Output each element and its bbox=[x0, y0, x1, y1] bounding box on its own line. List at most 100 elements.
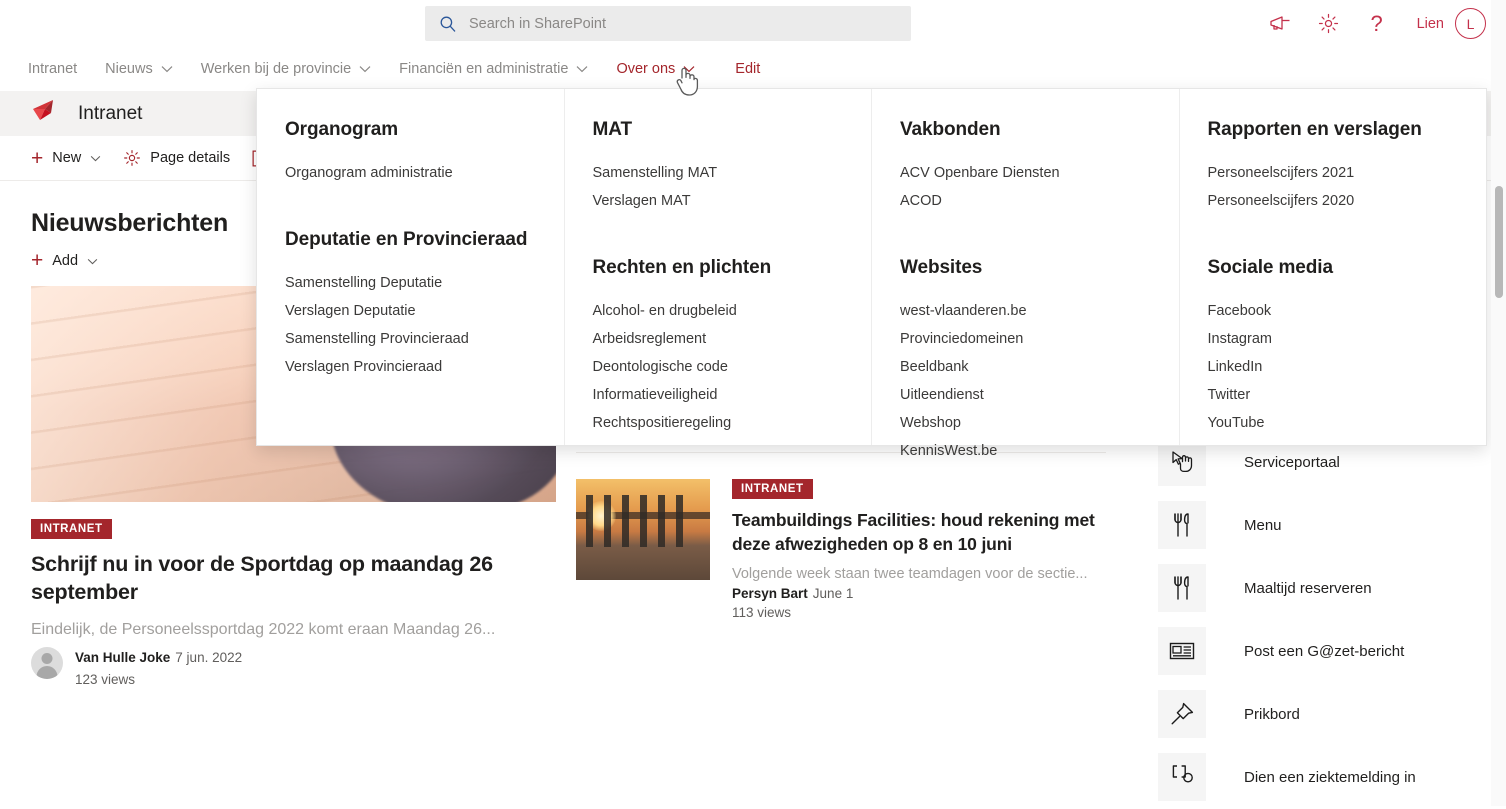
mega-menu-group: MAT Samenstelling MAT Verslagen MAT bbox=[593, 119, 872, 215]
quick-link-label: Serviceportaal bbox=[1244, 453, 1340, 471]
scrollbar-thumb[interactable] bbox=[1495, 186, 1503, 298]
new-button[interactable]: + New bbox=[31, 139, 101, 177]
quick-link-label: Post een G@zet-bericht bbox=[1244, 642, 1405, 660]
pushpin-icon bbox=[1158, 690, 1206, 738]
nav-item-over-ons[interactable]: Over ons bbox=[602, 47, 709, 91]
suite-bar: Search in SharePoint ? Lien L bbox=[0, 0, 1506, 47]
mega-menu-link[interactable]: Rechtspositieregeling bbox=[593, 409, 872, 437]
nav-item-financien-en-administratie[interactable]: Financiën en administratie bbox=[385, 47, 602, 91]
over-ons-mega-dropdown: Organogram Organogram administratie Depu… bbox=[256, 88, 1487, 459]
mega-menu-link[interactable]: Informatieveiligheid bbox=[593, 381, 872, 409]
news-headline: Teambuildings Facilities: houd rekening … bbox=[732, 510, 1095, 554]
mega-menu-link[interactable]: Uitleendienst bbox=[900, 381, 1179, 409]
mega-menu-link[interactable]: Verslagen Provincieraad bbox=[285, 353, 564, 381]
mega-menu-link[interactable]: Organogram administratie bbox=[285, 159, 564, 187]
mega-menu-link[interactable]: Personeelscijfers 2020 bbox=[1208, 187, 1487, 215]
nav-item-label: Nieuws bbox=[105, 61, 153, 77]
mega-menu-group: Organogram Organogram administratie bbox=[285, 119, 564, 187]
mega-menu-link[interactable]: Beeldbank bbox=[900, 353, 1179, 381]
mega-menu-group: Rechten en plichten Alcohol- en drugbele… bbox=[593, 257, 872, 437]
cutlery-icon bbox=[1158, 564, 1206, 612]
edit-label: Edit bbox=[735, 61, 761, 77]
news-thumbnail bbox=[576, 479, 710, 581]
search-icon bbox=[439, 15, 457, 33]
mega-menu-link[interactable]: Samenstelling Deputatie bbox=[285, 269, 564, 297]
mega-menu-link[interactable]: Verslagen Deputatie bbox=[285, 297, 564, 325]
mega-menu-link[interactable]: ACV Openbare Diensten bbox=[900, 159, 1179, 187]
mega-menu-group: Vakbonden ACV Openbare Diensten ACOD bbox=[900, 119, 1179, 215]
nav-item-label: Werken bij de provincie bbox=[200, 61, 352, 77]
question-icon[interactable]: ? bbox=[1353, 0, 1401, 47]
mega-menu-heading: Rechten en plichten bbox=[592, 257, 772, 278]
mega-menu-link[interactable]: Arbeidsreglement bbox=[593, 325, 872, 353]
mega-menu-link[interactable]: YouTube bbox=[1208, 409, 1487, 437]
nav-item-nieuws[interactable]: Nieuws bbox=[91, 47, 187, 91]
mega-menu-link[interactable]: Instagram bbox=[1208, 325, 1487, 353]
suite-right-actions: ? Lien L bbox=[1257, 0, 1492, 47]
mega-menu-link[interactable]: ACOD bbox=[900, 187, 1179, 215]
top-navigation: Intranet Nieuws Werken bij de provincie … bbox=[0, 47, 1506, 91]
thermometer-icon bbox=[1158, 753, 1206, 801]
mega-menu-heading: Websites bbox=[900, 257, 983, 278]
hero-news-description: Eindelijk, de Personeelssportdag 2022 ko… bbox=[31, 620, 496, 638]
chevron-down-icon bbox=[359, 65, 371, 73]
site-title: Intranet bbox=[78, 102, 143, 124]
megaphone-icon[interactable] bbox=[1257, 0, 1305, 47]
quick-link-prikbord[interactable]: Prikbord bbox=[1158, 683, 1488, 745]
avatar bbox=[31, 647, 63, 680]
mega-menu-link[interactable]: Verslagen MAT bbox=[593, 187, 872, 215]
gear-icon bbox=[123, 149, 141, 167]
page-scrollbar[interactable] bbox=[1491, 0, 1506, 806]
newspaper-icon bbox=[1158, 627, 1206, 675]
mega-menu-heading: MAT bbox=[592, 119, 633, 140]
news-list-item[interactable]: INTRANET Teambuildings Facilities: houd … bbox=[576, 452, 1106, 645]
mega-menu-link[interactable]: LinkedIn bbox=[1208, 353, 1487, 381]
mega-menu-link[interactable]: Provinciedomeinen bbox=[900, 325, 1179, 353]
add-label: Add bbox=[52, 252, 79, 269]
mega-menu-link[interactable]: Facebook bbox=[1208, 297, 1487, 325]
plus-icon: + bbox=[31, 249, 44, 272]
mega-menu-link[interactable]: KennisWest.be bbox=[900, 437, 1179, 465]
publish-date: June 1 bbox=[812, 585, 854, 601]
search-input[interactable]: Search in SharePoint bbox=[425, 6, 911, 41]
question-glyph: ? bbox=[1370, 10, 1383, 36]
quick-link-maaltijd-reserveren[interactable]: Maaltijd reserveren bbox=[1158, 557, 1488, 619]
mega-menu-heading: Vakbonden bbox=[900, 119, 1001, 140]
gear-icon[interactable] bbox=[1305, 0, 1353, 47]
mega-menu-link[interactable]: Twitter bbox=[1208, 381, 1487, 409]
chevron-down-icon bbox=[161, 65, 173, 73]
nav-item-intranet[interactable]: Intranet bbox=[28, 47, 91, 91]
page-details-button[interactable]: Page details bbox=[123, 139, 230, 177]
edit-page-link[interactable]: Edit bbox=[709, 47, 774, 91]
mega-menu-link[interactable]: Samenstelling Provincieraad bbox=[285, 325, 564, 353]
hero-news-headline: Schrijf nu in voor de Sportdag op maanda… bbox=[31, 552, 493, 604]
chevron-down-icon bbox=[576, 65, 588, 73]
user-account-menu[interactable]: Lien L bbox=[1401, 0, 1492, 47]
mega-menu-heading: Organogram bbox=[285, 119, 399, 140]
mega-menu-link[interactable]: west-vlaanderen.be bbox=[900, 297, 1179, 325]
mega-menu-group: Rapporten en verslagen Personeelscijfers… bbox=[1208, 119, 1487, 215]
quick-link-ziektemelding[interactable]: Dien een ziektemelding in bbox=[1158, 746, 1488, 808]
quick-link-label: Maaltijd reserveren bbox=[1244, 579, 1372, 597]
chevron-down-icon bbox=[90, 150, 101, 166]
quick-link-post-gazet-bericht[interactable]: Post een G@zet-bericht bbox=[1158, 620, 1488, 682]
plus-icon: + bbox=[31, 146, 44, 170]
mega-menu-link[interactable]: Deontologische code bbox=[593, 353, 872, 381]
mega-menu-link[interactable]: Samenstelling MAT bbox=[593, 159, 872, 187]
mega-menu-column: Organogram Organogram administratie Depu… bbox=[257, 89, 565, 445]
mega-menu-link[interactable]: Webshop bbox=[900, 409, 1179, 437]
news-description: Volgende week staan twee teamdagen voor … bbox=[732, 565, 1088, 582]
user-name: Lien bbox=[1416, 15, 1444, 32]
quick-link-menu[interactable]: Menu bbox=[1158, 494, 1488, 556]
mega-menu-link[interactable]: Alcohol- en drugbeleid bbox=[593, 297, 872, 325]
quick-link-label: Dien een ziektemelding in bbox=[1244, 768, 1416, 786]
mega-menu-link[interactable]: Personeelscijfers 2021 bbox=[1208, 159, 1487, 187]
mega-menu-column: Rapporten en verslagen Personeelscijfers… bbox=[1180, 89, 1487, 445]
nav-item-werken-bij-de-provincie[interactable]: Werken bij de provincie bbox=[187, 47, 385, 91]
new-label: New bbox=[52, 150, 82, 166]
mega-menu-heading: Sociale media bbox=[1207, 257, 1334, 278]
mega-menu-heading: Rapporten en verslagen bbox=[1207, 119, 1422, 140]
nav-item-label: Over ons bbox=[616, 61, 676, 77]
chevron-down-icon bbox=[87, 252, 98, 270]
nav-item-label: Financiën en administratie bbox=[399, 61, 569, 77]
